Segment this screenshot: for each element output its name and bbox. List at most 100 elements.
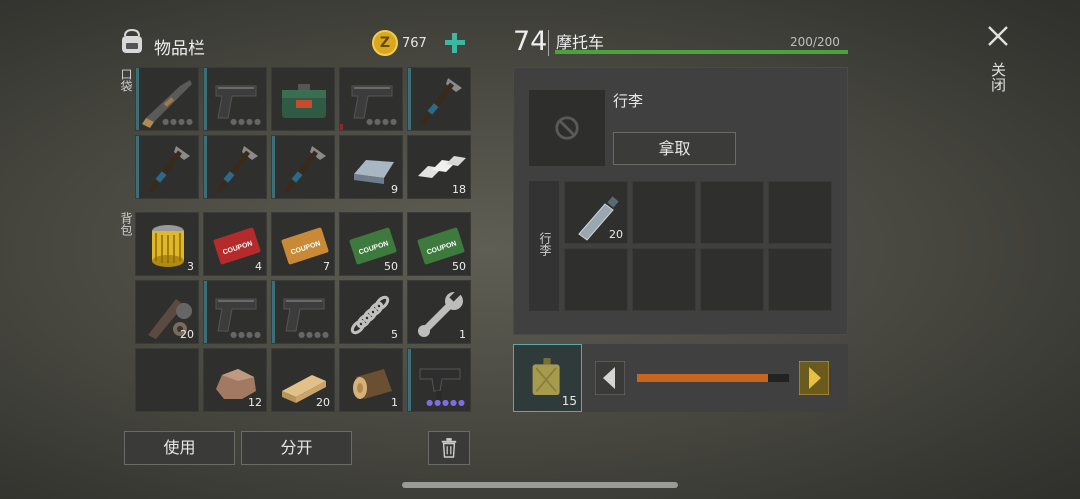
- pocket-slot[interactable]: [271, 135, 335, 199]
- rarity-dots: ●●●●: [366, 117, 398, 126]
- durability-bar: [204, 68, 207, 130]
- trunk-slot[interactable]: 20: [564, 181, 628, 244]
- fuel-increase-button[interactable]: [798, 360, 830, 396]
- fuel-decrease-button[interactable]: [594, 360, 626, 396]
- close-icon: [988, 26, 1008, 46]
- take-button[interactable]: 拿取: [613, 132, 736, 165]
- trash-icon: [441, 438, 457, 458]
- trunk-side-label: 行李: [538, 232, 552, 256]
- item-count: 3: [187, 260, 194, 273]
- rarity-dots: ●●●●: [230, 330, 262, 339]
- backpack-slot[interactable]: ●●●●: [203, 280, 267, 344]
- item-count: 1: [391, 396, 398, 409]
- trunk-slot[interactable]: [564, 248, 628, 311]
- backpack-slot[interactable]: 3: [135, 212, 199, 276]
- header-divider: [548, 30, 549, 56]
- pocket-slot[interactable]: 9: [339, 135, 403, 199]
- backpack-slot[interactable]: COUPON7COUPON: [271, 212, 335, 276]
- item-count: 12: [248, 396, 262, 409]
- durability-bar: [340, 124, 343, 130]
- pocket-slot[interactable]: ●●●●: [339, 67, 403, 131]
- pocket-slot[interactable]: [407, 67, 471, 131]
- trunk-title: 行李: [613, 92, 644, 110]
- durability-bar: [272, 136, 275, 198]
- durability-bar: [136, 68, 139, 130]
- backpack-label: 背包: [119, 212, 133, 236]
- rarity-dots: ●●●●: [162, 117, 194, 126]
- trash-button[interactable]: [428, 431, 470, 465]
- use-button[interactable]: 使用: [124, 431, 235, 465]
- vehicle-level: 74: [513, 26, 548, 57]
- rarity-dots: ●●●●●: [426, 398, 466, 407]
- backpack-slot[interactable]: COUPON50COUPON: [339, 212, 403, 276]
- rarity-dots: ●●●●: [298, 330, 330, 339]
- close-label: 关闭: [989, 62, 1007, 92]
- add-coins-button[interactable]: [440, 28, 470, 58]
- coin-icon: Z: [372, 30, 398, 56]
- item-count: 5: [391, 328, 398, 341]
- trunk-slot[interactable]: [768, 181, 832, 244]
- item-count: 18: [452, 183, 466, 196]
- item-count: 1: [459, 328, 466, 341]
- pickaxe-icon: [148, 146, 190, 194]
- backpack-slot[interactable]: ●●●●●: [407, 348, 471, 412]
- fuel-amount-fill: [637, 374, 768, 382]
- backpack-slot[interactable]: COUPON4COUPON: [203, 212, 267, 276]
- pocket-slot[interactable]: ●●●●: [135, 67, 199, 131]
- durability-bar: [204, 281, 207, 343]
- backpack-slot[interactable]: 12: [203, 348, 267, 412]
- pickaxe-icon: [420, 78, 462, 126]
- arrow-left-icon: [594, 360, 626, 396]
- item-count: 9: [391, 183, 398, 196]
- durability-bar: [204, 136, 207, 198]
- no-entry-icon: [555, 116, 579, 140]
- item-count: 50: [452, 260, 466, 273]
- rarity-dots: ●●●●: [230, 117, 262, 126]
- split-button[interactable]: 分开: [241, 431, 352, 465]
- item-count: 4: [255, 260, 262, 273]
- close-button[interactable]: 关闭: [975, 20, 1020, 110]
- coin-count: 767: [402, 36, 427, 51]
- vehicle-health-text: 200/200: [790, 35, 840, 49]
- fuel-amount-bar[interactable]: [637, 374, 789, 382]
- item-count: 7: [323, 260, 330, 273]
- trunk-slot[interactable]: [632, 248, 696, 311]
- trunk-slot[interactable]: [700, 248, 764, 311]
- trunk-slot[interactable]: [768, 248, 832, 311]
- fuel-count: 15: [561, 394, 577, 408]
- backpack-icon: [117, 26, 147, 56]
- backpack-slot[interactable]: 20: [135, 280, 199, 344]
- jerrycan-icon: [532, 358, 560, 395]
- backpack-slot[interactable]: ●●●●: [271, 280, 335, 344]
- pickaxe-icon: [284, 146, 326, 194]
- pocket-slot[interactable]: [203, 135, 267, 199]
- item-count: 20: [316, 396, 330, 409]
- home-indicator[interactable]: [402, 482, 678, 488]
- durability-bar: [272, 281, 275, 343]
- plus-icon: [445, 33, 465, 53]
- arrow-right-icon: [798, 360, 830, 396]
- pocket-slot[interactable]: [271, 67, 335, 131]
- toolbox-icon: [282, 84, 326, 118]
- pickaxe-icon: [216, 146, 258, 194]
- pocket-slot[interactable]: 18: [407, 135, 471, 199]
- durability-bar: [136, 136, 139, 198]
- pocket-slot[interactable]: ●●●●: [203, 67, 267, 131]
- trunk-slot[interactable]: [700, 181, 764, 244]
- trunk-image: [529, 90, 605, 166]
- pocket-label: 口袋: [119, 68, 133, 92]
- backpack-slot[interactable]: 1: [407, 280, 471, 344]
- backpack-slot[interactable]: 5: [339, 280, 403, 344]
- durability-bar: [408, 349, 411, 411]
- backpack-slot[interactable]: 1: [339, 348, 403, 412]
- backpack-slot[interactable]: COUPON50COUPON: [407, 212, 471, 276]
- fuel-slot[interactable]: 15: [513, 344, 582, 412]
- backpack-slot[interactable]: [135, 348, 199, 412]
- vehicle-health-fill: [555, 50, 848, 54]
- pocket-slot[interactable]: [135, 135, 199, 199]
- durability-bar: [408, 68, 411, 130]
- backpack-slot[interactable]: 20: [271, 348, 335, 412]
- trunk-slot[interactable]: [632, 181, 696, 244]
- item-count: 50: [384, 260, 398, 273]
- item-count: 20: [180, 328, 194, 341]
